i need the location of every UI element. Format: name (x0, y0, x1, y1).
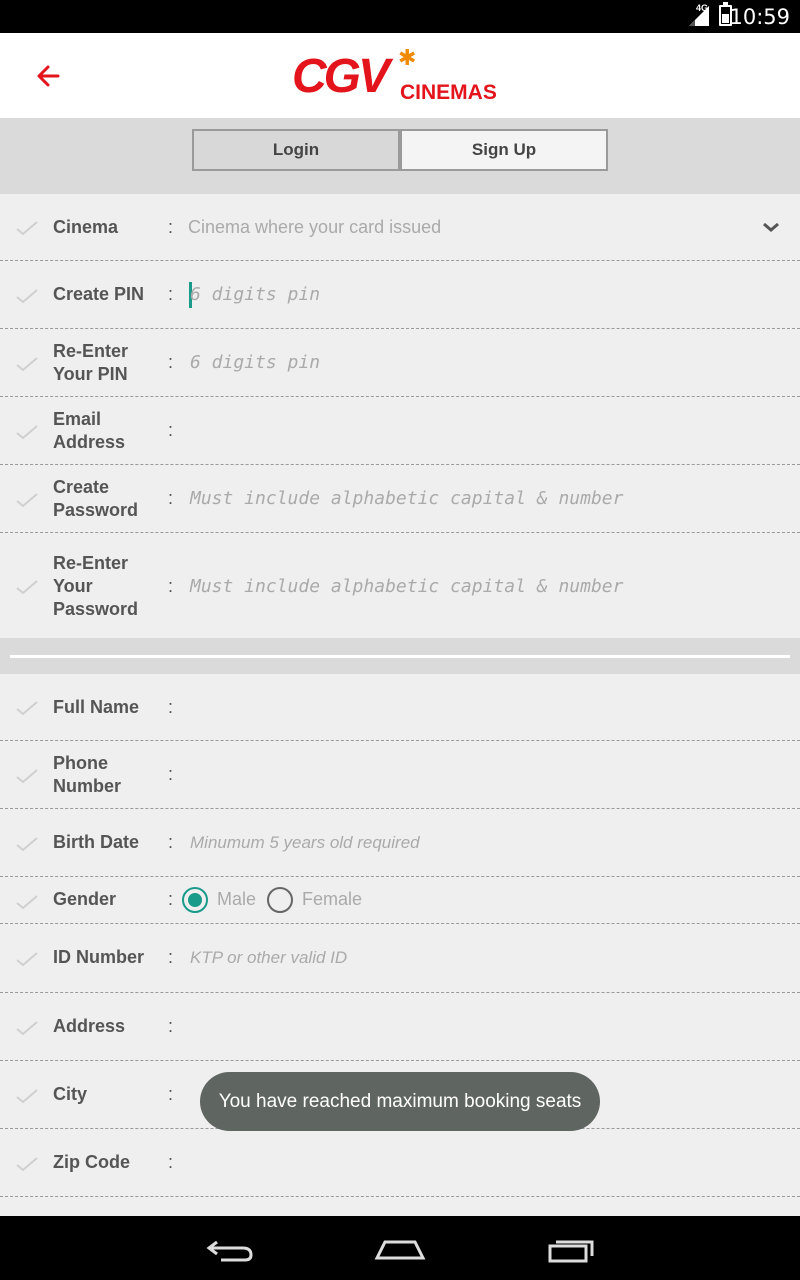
check-icon (16, 580, 38, 595)
email-label: Email Address (53, 409, 126, 452)
create-pin-input[interactable]: 6 digits pin (190, 284, 320, 305)
zip-code-row[interactable]: Zip Code : (0, 1129, 800, 1197)
chevron-down-icon[interactable] (762, 222, 780, 232)
birth-date-row[interactable]: Birth Date : Minumum 5 years old require… (0, 809, 800, 877)
colon: : (168, 352, 174, 372)
cinema-label: Cinema (53, 217, 119, 237)
zip-code-input[interactable] (190, 1152, 780, 1176)
check-icon (16, 769, 38, 784)
logo-cinemas: CINEMAS (400, 81, 497, 104)
check-icon (16, 221, 38, 236)
zip-code-label: Zip Code (53, 1152, 130, 1172)
app-bar: CGV ✱ CINEMAS (0, 33, 800, 118)
reenter-password-row[interactable]: Re-Enter Your Password : Must include alph… (0, 533, 800, 640)
reenter-pin-row[interactable]: Re-Enter Your PIN : 6 digits pin (0, 329, 800, 397)
check-icon (16, 289, 38, 304)
phone-row[interactable]: Phone Number : (0, 741, 800, 809)
check-icon (16, 1089, 38, 1104)
check-icon (16, 952, 38, 967)
toast-message: You have reached maximum booking seats (200, 1072, 600, 1131)
id-number-input[interactable]: KTP or other valid ID (190, 948, 347, 968)
colon: : (168, 889, 174, 909)
full-name-input[interactable] (190, 697, 780, 721)
reenter-pin-label: Re-Enter Your PIN (53, 341, 129, 384)
colon: : (168, 284, 174, 304)
colon: : (168, 697, 174, 717)
email-input[interactable] (190, 420, 780, 444)
status-bar: 4G 10:59 (0, 0, 800, 33)
full-name-label: Full Name (53, 697, 140, 717)
male-label[interactable]: Male (217, 889, 256, 910)
tab-signup[interactable]: Sign Up (400, 129, 608, 171)
colon: : (168, 576, 174, 596)
female-radio[interactable] (267, 887, 293, 913)
colon: : (168, 488, 174, 508)
reenter-password-input[interactable]: Must include alphabetic capital & number (190, 576, 623, 597)
colon: : (168, 1152, 174, 1172)
email-row[interactable]: Email Address : (0, 397, 800, 465)
create-pin-label: Create PIN (53, 284, 145, 304)
cinema-select[interactable]: Cinema where your card issued (188, 217, 441, 238)
colon: : (168, 1084, 174, 1104)
system-nav-bar (0, 1216, 800, 1280)
cgv-logo: CGV ✱ CINEMAS (290, 45, 520, 109)
divider-line (10, 655, 790, 658)
phone-label: Phone Number (53, 753, 122, 796)
birth-date-input[interactable]: Minumum 5 years old required (190, 833, 420, 853)
check-icon (16, 1021, 38, 1036)
create-password-row[interactable]: Create Password : Must include alphabetic… (0, 465, 800, 533)
home-nav-icon[interactable] (373, 1236, 427, 1264)
back-arrow-icon[interactable] (28, 57, 68, 97)
auth-tabs: Login Sign Up (0, 118, 800, 194)
colon: : (168, 420, 174, 440)
colon: : (168, 1016, 174, 1036)
colon: : (168, 217, 174, 237)
check-icon (16, 895, 38, 910)
clock: 10:59 (729, 5, 790, 29)
signal-icon (689, 6, 709, 26)
id-number-label: ID Number (53, 947, 145, 967)
logo-star-icon: ✱ (398, 45, 417, 70)
recents-nav-icon[interactable] (546, 1236, 596, 1264)
city-label: City (53, 1084, 88, 1104)
section-divider (0, 638, 800, 674)
address-label: Address (53, 1016, 126, 1036)
reenter-pin-input[interactable]: 6 digits pin (190, 352, 320, 373)
account-form: Cinema : Cinema where your card issued C… (0, 194, 800, 640)
back-nav-icon[interactable] (205, 1236, 255, 1264)
tab-login[interactable]: Login (192, 129, 400, 171)
cinema-row[interactable]: Cinema : Cinema where your card issued (0, 194, 800, 261)
check-icon (16, 493, 38, 508)
check-icon (16, 357, 38, 372)
create-pin-row[interactable]: Create PIN : 6 digits pin (0, 261, 800, 329)
check-icon (16, 425, 38, 440)
reenter-password-label: Re-Enter Your Password (53, 553, 139, 619)
gender-row: Gender : Male Female (0, 877, 800, 924)
check-icon (16, 837, 38, 852)
full-name-row[interactable]: Full Name : (0, 674, 800, 741)
birth-date-label: Birth Date (53, 832, 140, 852)
create-password-input[interactable]: Must include alphabetic capital & number (190, 488, 623, 509)
address-row[interactable]: Address : (0, 993, 800, 1061)
logo-cgv: CGV (292, 50, 390, 103)
check-icon (16, 701, 38, 716)
check-icon (16, 1157, 38, 1172)
address-input[interactable] (190, 1016, 780, 1040)
gender-label: Gender (53, 889, 117, 909)
colon: : (168, 764, 174, 784)
male-radio[interactable] (182, 887, 208, 913)
phone-input[interactable] (190, 764, 780, 788)
create-password-label: Create Password (53, 477, 139, 520)
female-label[interactable]: Female (302, 889, 362, 910)
id-number-row[interactable]: ID Number : KTP or other valid ID (0, 924, 800, 993)
colon: : (168, 832, 174, 852)
colon: : (168, 947, 174, 967)
